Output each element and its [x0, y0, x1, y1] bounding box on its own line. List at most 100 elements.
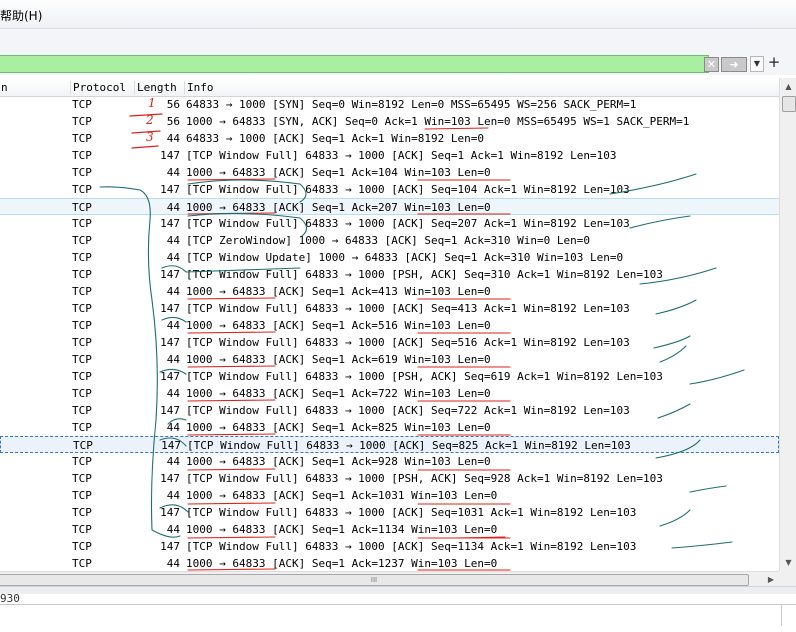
packet-row[interactable]: TCP 44 1000 → 64833 [ACK] Seq=1 Ack=104 Wi… [0, 164, 779, 181]
packet-row[interactable]: TCP 147 [TCP Window Full] 64833 → 1000 [PS… [0, 368, 779, 385]
packet-length: 44 [166, 455, 180, 468]
horizontal-scroll-thumb[interactable]: III [0, 574, 749, 586]
packet-info: 64833 → 1000 [ACK] Seq=1 Ack=1 Win=8192 … [186, 132, 485, 145]
packet-row[interactable]: TCP 44 1000 → 64833 [ACK] Seq=1 Ack=722 Wi… [0, 385, 779, 402]
column-header-info[interactable]: Info [184, 81, 214, 94]
packet-length: 147 [160, 540, 180, 553]
scroll-right-arrow-icon[interactable]: ▶ [764, 573, 778, 586]
packet-row[interactable]: TCP 147 [TCP Window Full] 64833 → 1000 [AC… [0, 181, 779, 198]
packet-protocol: TCP [72, 353, 92, 366]
packet-info: [TCP Window Full] 64833 → 1000 [ACK] Seq… [186, 540, 637, 553]
packet-info: 1000 → 64833 [ACK] Seq=1 Ack=1031 Win=10… [186, 489, 498, 502]
packet-row[interactable]: TCP 147 [TCP Window Full] 64833 → 1000 [AC… [0, 402, 779, 419]
packet-length: 44 [166, 201, 180, 214]
packet-row[interactable]: TCP 44 1000 → 64833 [ACK] Seq=1 Ack=619 Wi… [0, 351, 779, 368]
packet-protocol: TCP [72, 557, 92, 570]
menu-help[interactable]: 帮助(H) [0, 7, 42, 24]
packet-length: 147 [160, 302, 180, 315]
packet-row[interactable]: TCP 44 [TCP Window Update] 1000 → 64833 [A… [0, 249, 779, 266]
packet-info: 1000 → 64833 [ACK] Seq=1 Ack=516 Win=103… [186, 319, 491, 332]
apply-arrow-icon: ➜ [729, 58, 739, 71]
column-header-length[interactable]: Length [134, 81, 177, 94]
packet-row[interactable]: TCP 44 1000 → 64833 [ACK] Seq=1 Ack=825 Wi… [0, 419, 779, 436]
packet-protocol: TCP [72, 302, 92, 315]
packet-length: 44 [166, 421, 180, 434]
detail-partial-text: 930 [0, 594, 20, 604]
packet-row[interactable]: TCP 147 [TCP Window Full] 64833 → 1000 [AC… [0, 300, 779, 317]
packet-row[interactable]: TCP 147 [TCP Window Full] 64833 → 1000 [AC… [0, 215, 779, 232]
packet-protocol: TCP [72, 540, 92, 553]
packet-info: [TCP Window Full] 64833 → 1000 [ACK] Seq… [186, 149, 617, 162]
vertical-scrollbar[interactable]: ▲ ▼ [779, 78, 796, 571]
packet-row[interactable]: TCP 147 [TCP Window Full] 64833 → 1000 [AC… [0, 436, 779, 453]
display-filter-bar [0, 53, 796, 75]
packet-protocol: TCP [72, 319, 92, 332]
packet-protocol: TCP [72, 183, 92, 196]
packet-detail-pane: 930 [0, 594, 796, 632]
scroll-grip: III [370, 576, 378, 584]
packet-info: 1000 → 64833 [ACK] Seq=1 Ack=825 Win=103… [186, 421, 491, 434]
packet-row[interactable]: TCP 44 64833 → 1000 [ACK] Seq=1 Ack=1 Win=… [0, 130, 779, 147]
packet-protocol: TCP [73, 439, 93, 452]
packet-protocol: TCP [72, 285, 92, 298]
packet-length: 147 [160, 183, 180, 196]
packet-row[interactable]: TCP 56 1000 → 64833 [SYN, ACK] Seq=0 Ack=1… [0, 113, 779, 130]
packet-info: 1000 → 64833 [SYN, ACK] Seq=0 Ack=1 Win=… [186, 115, 690, 128]
scroll-corner [779, 571, 796, 586]
packet-protocol: TCP [72, 251, 92, 264]
packet-length: 44 [166, 319, 180, 332]
packet-row[interactable]: TCP 44 [TCP ZeroWindow] 1000 → 64833 [ACK]… [0, 232, 779, 249]
clear-x-icon: ✕ [706, 58, 717, 71]
packet-row[interactable]: TCP 147 [TCP Window Full] 64833 → 1000 [AC… [0, 147, 779, 164]
packet-length: 44 [166, 523, 180, 536]
column-header-time-partial[interactable]: n [0, 81, 8, 94]
add-filter-button[interactable]: + [767, 54, 781, 70]
packet-length: 147 [161, 439, 181, 452]
apply-filter-button[interactable]: ➜ [721, 57, 747, 72]
packet-info: 1000 → 64833 [ACK] Seq=1 Ack=413 Win=103… [186, 285, 491, 298]
packet-row[interactable]: TCP 44 1000 → 64833 [ACK] Seq=1 Ack=413 Wi… [0, 283, 779, 300]
packet-protocol: TCP [72, 201, 92, 214]
horizontal-scrollbar[interactable]: III ▶ [0, 571, 779, 587]
packet-row[interactable]: TCP 147 [TCP Window Full] 64833 → 1000 [PS… [0, 266, 779, 283]
packet-protocol: TCP [72, 166, 92, 179]
packet-row[interactable]: TCP 44 1000 → 64833 [ACK] Seq=1 Ack=516 Wi… [0, 317, 779, 334]
packet-row[interactable]: TCP 56 64833 → 1000 [SYN] Seq=0 Win=8192 L… [0, 96, 779, 113]
packet-protocol: TCP [72, 455, 92, 468]
packet-protocol: TCP [72, 404, 92, 417]
packet-row[interactable]: TCP 44 1000 → 64833 [ACK] Seq=1 Ack=1237 W… [0, 555, 779, 571]
packet-row[interactable]: TCP 44 1000 → 64833 [ACK] Seq=1 Ack=928 Wi… [0, 453, 779, 470]
packet-length: 44 [166, 285, 180, 298]
scroll-down-arrow-icon[interactable]: ▼ [780, 554, 796, 571]
packet-length: 56 [166, 115, 180, 128]
packet-info: [TCP Window Full] 64833 → 1000 [ACK] Seq… [187, 439, 631, 452]
packet-protocol: TCP [72, 132, 92, 145]
packet-length: 44 [166, 166, 180, 179]
packet-info: 1000 → 64833 [ACK] Seq=1 Ack=722 Win=103… [186, 387, 491, 400]
packet-row[interactable]: TCP 44 1000 → 64833 [ACK] Seq=1 Ack=207 Wi… [0, 198, 779, 215]
packet-row[interactable]: TCP 147 [TCP Window Full] 64833 → 1000 [AC… [0, 334, 779, 351]
packet-row[interactable]: TCP 147 [TCP Window Full] 64833 → 1000 [PS… [0, 470, 779, 487]
packet-protocol: TCP [72, 489, 92, 502]
clear-filter-button[interactable]: ✕ [704, 57, 719, 72]
display-filter-input[interactable] [0, 55, 709, 73]
packet-length: 147 [160, 506, 180, 519]
packet-info: 64833 → 1000 [SYN] Seq=0 Win=8192 Len=0 … [186, 98, 637, 111]
filter-history-dropdown[interactable]: ▼ [750, 56, 764, 72]
packet-protocol: TCP [72, 370, 92, 383]
packet-row[interactable]: TCP 147 [TCP Window Full] 64833 → 1000 [AC… [0, 504, 779, 521]
packet-info: 1000 → 64833 [ACK] Seq=1 Ack=104 Win=103… [186, 166, 491, 179]
vertical-scroll-thumb[interactable] [782, 96, 796, 112]
scroll-up-arrow-icon[interactable]: ▲ [780, 78, 796, 95]
packet-row[interactable]: TCP 44 1000 → 64833 [ACK] Seq=1 Ack=1031 W… [0, 487, 779, 504]
packet-length: 44 [166, 353, 180, 366]
packet-length: 147 [160, 268, 180, 281]
packet-info: [TCP Window Full] 64833 → 1000 [ACK] Seq… [186, 336, 630, 349]
packet-info: 1000 → 64833 [ACK] Seq=1 Ack=928 Win=103… [186, 455, 491, 468]
packet-row[interactable]: TCP 44 1000 → 64833 [ACK] Seq=1 Ack=1134 W… [0, 521, 779, 538]
packet-length: 147 [160, 336, 180, 349]
packet-info: 1000 → 64833 [ACK] Seq=1 Ack=207 Win=103… [186, 201, 491, 214]
packet-row[interactable]: TCP 147 [TCP Window Full] 64833 → 1000 [AC… [0, 538, 779, 555]
packet-length: 44 [166, 234, 180, 247]
column-header-protocol[interactable]: Protocol [70, 81, 126, 94]
